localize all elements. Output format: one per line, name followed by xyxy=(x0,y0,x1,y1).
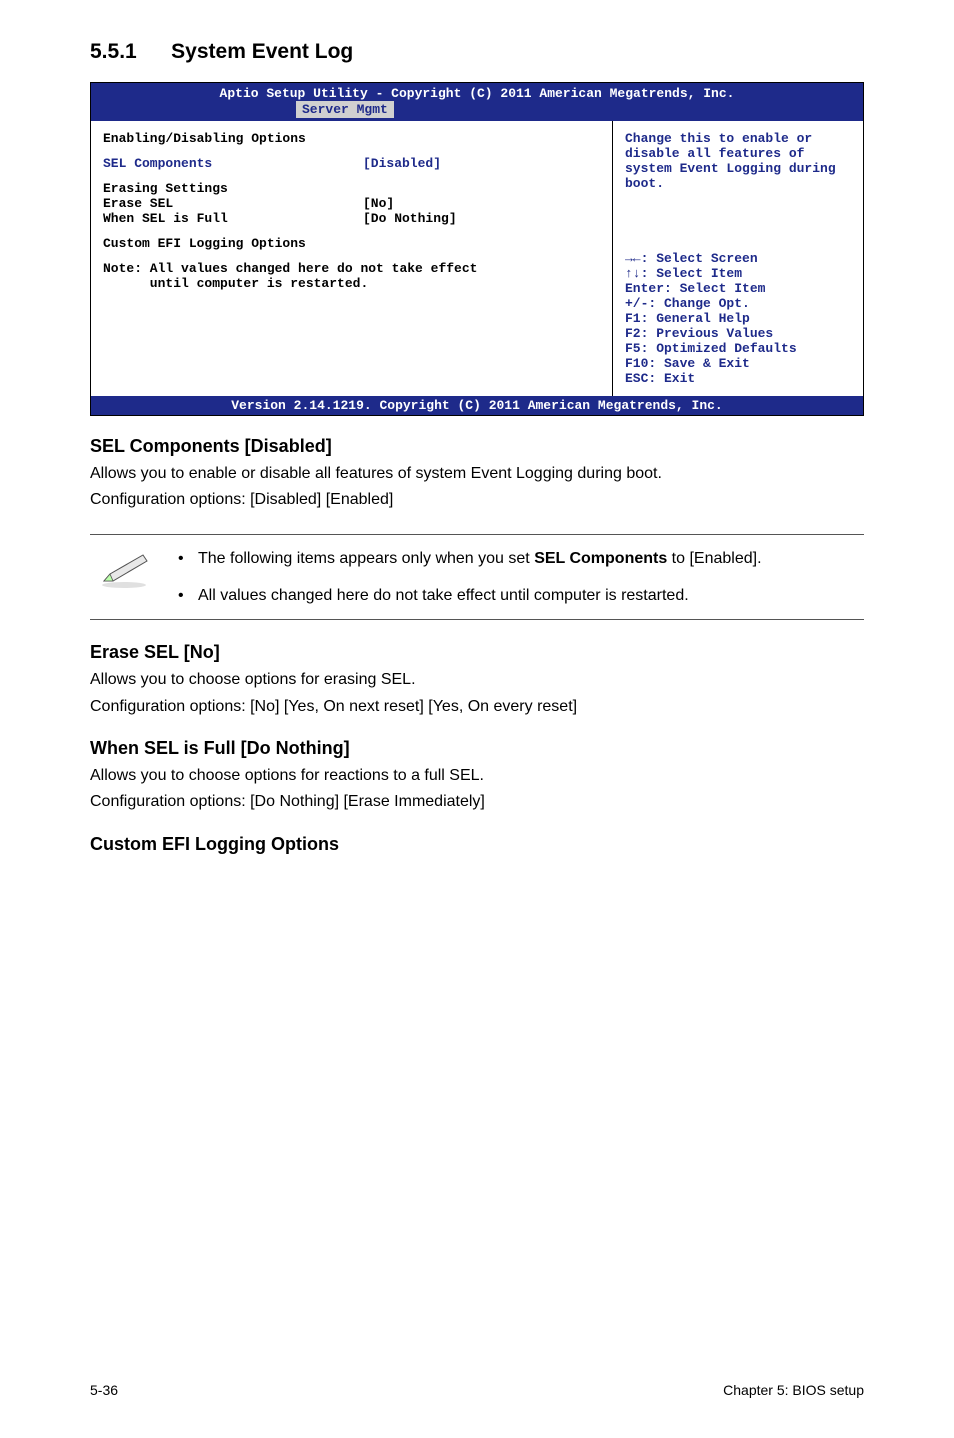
bios-nav-save-exit: F10: Save & Exit xyxy=(625,356,851,371)
bios-when-full-value: [Do Nothing] xyxy=(363,211,600,226)
note-item-1-c: to [Enabled]. xyxy=(667,550,761,567)
note-divider-top xyxy=(90,534,864,535)
bios-custom-efi: Custom EFI Logging Options xyxy=(103,236,600,251)
para-when-sel-full-2: Configuration options: [Do Nothing] [Era… xyxy=(90,791,864,813)
bios-screenshot: Aptio Setup Utility - Copyright (C) 2011… xyxy=(90,82,864,416)
bios-nav-general-help: F1: General Help xyxy=(625,311,851,326)
pencil-icon xyxy=(98,551,150,589)
bios-nav-select-screen: →←: Select Screen xyxy=(625,251,851,266)
bios-right-pane: Change this to enable or disable all fea… xyxy=(613,121,863,396)
page-footer: 5-36 Chapter 5: BIOS setup xyxy=(90,1382,864,1398)
para-sel-components-2: Configuration options: [Disabled] [Enabl… xyxy=(90,489,864,511)
para-erase-sel-1: Allows you to choose options for erasing… xyxy=(90,669,864,691)
heading-custom-efi: Custom EFI Logging Options xyxy=(90,834,864,855)
bios-sel-components-value: [Disabled] xyxy=(363,156,600,171)
bios-nav-previous-values: F2: Previous Values xyxy=(625,326,851,341)
bios-nav-select-item: ↑↓: Select Item xyxy=(625,266,851,281)
page-number: 5-36 xyxy=(90,1382,118,1398)
para-erase-sel-2: Configuration options: [No] [Yes, On nex… xyxy=(90,696,864,718)
chapter-label: Chapter 5: BIOS setup xyxy=(723,1382,864,1398)
bios-header: Aptio Setup Utility - Copyright (C) 2011… xyxy=(91,83,863,121)
note-block: The following items appears only when yo… xyxy=(90,534,864,620)
bios-sel-components-label: SEL Components xyxy=(103,156,363,171)
note-item-1-a: The following items appears only when yo… xyxy=(198,550,534,567)
bios-erase-sel-value: [No] xyxy=(363,196,600,211)
section-number: 5.5.1 xyxy=(90,40,137,64)
section-title-text: System Event Log xyxy=(171,40,353,64)
note-icon-cell xyxy=(94,547,154,589)
heading-erase-sel: Erase SEL [No] xyxy=(90,642,864,663)
bios-nav-optimized-defaults: F5: Optimized Defaults xyxy=(625,341,851,356)
heading-when-sel-full: When SEL is Full [Do Nothing] xyxy=(90,738,864,759)
bios-group-enabling: Enabling/Disabling Options xyxy=(103,131,600,146)
bios-group-erasing: Erasing Settings xyxy=(103,181,600,196)
bios-tab-server-mgmt: Server Mgmt xyxy=(296,101,394,118)
bios-when-full-label: When SEL is Full xyxy=(103,211,363,226)
bios-footer: Version 2.14.1219. Copyright (C) 2011 Am… xyxy=(91,396,863,415)
bios-nav-esc-exit: ESC: Exit xyxy=(625,371,851,386)
bios-nav-change-opt: +/-: Change Opt. xyxy=(625,296,851,311)
page-title: 5.5.1 System Event Log xyxy=(90,40,864,64)
heading-sel-components: SEL Components [Disabled] xyxy=(90,436,864,457)
bios-header-text: Aptio Setup Utility - Copyright (C) 2011… xyxy=(91,86,863,101)
bios-tab-rest xyxy=(394,101,863,118)
bios-erase-sel-label: Erase SEL xyxy=(103,196,363,211)
bios-note-line2: until computer is restarted. xyxy=(103,276,600,291)
note-item-2: All values changed here do not take effe… xyxy=(172,584,860,607)
para-when-sel-full-1: Allows you to choose options for reactio… xyxy=(90,765,864,787)
note-item-1-bold: SEL Components xyxy=(534,550,667,567)
note-list: The following items appears only when yo… xyxy=(172,547,860,607)
bios-note-line1: Note: All values changed here do not tak… xyxy=(103,261,600,276)
bios-nav-enter: Enter: Select Item xyxy=(625,281,851,296)
bios-help-text: Change this to enable or disable all fea… xyxy=(625,131,851,191)
note-item-1: The following items appears only when yo… xyxy=(172,547,860,570)
bios-tab-spacer xyxy=(91,101,296,118)
bios-left-pane: Enabling/Disabling Options SEL Component… xyxy=(91,121,613,396)
note-divider-bottom xyxy=(90,619,864,620)
para-sel-components-1: Allows you to enable or disable all feat… xyxy=(90,463,864,485)
